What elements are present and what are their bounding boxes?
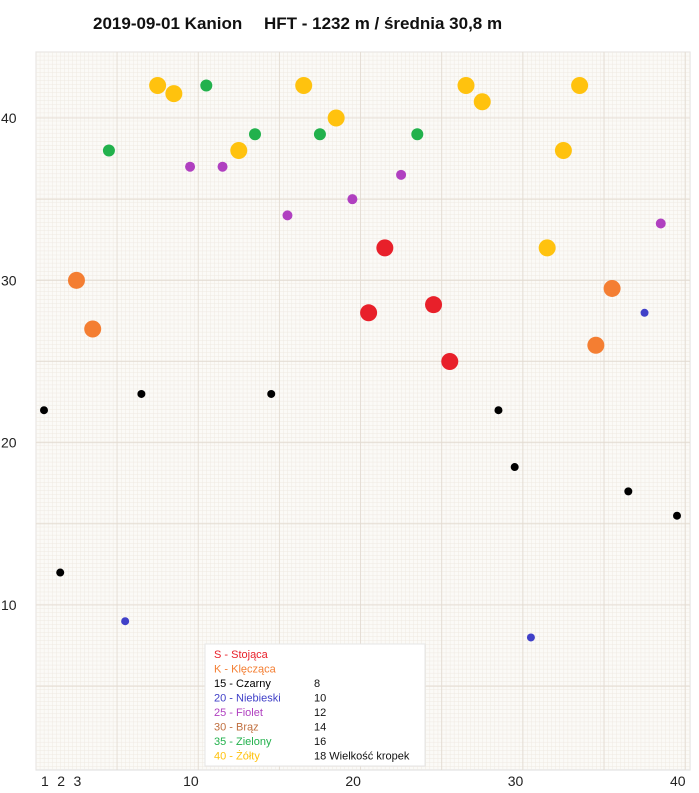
data-point: [295, 77, 313, 95]
data-point: [603, 279, 621, 297]
legend-value: 8: [314, 678, 320, 690]
legend-value: 14: [314, 722, 326, 734]
data-point: [673, 511, 681, 520]
data-point: [121, 617, 130, 626]
data-point: [40, 406, 48, 415]
data-point: [624, 487, 633, 496]
data-point: [165, 85, 183, 103]
data-point: [137, 389, 146, 398]
data-point: [587, 336, 605, 354]
data-point: [411, 128, 424, 141]
legend-label: 40 - Żółty: [214, 750, 260, 763]
data-point: [217, 161, 228, 172]
y-tick-label: 20: [1, 435, 17, 451]
data-point: [457, 77, 475, 95]
data-point: [538, 239, 556, 257]
scatter-plot: 1 2 3 10 20 30 4010203040 S - StojącaK - Klęcz…: [1, 51, 691, 789]
legend-value: 16: [314, 736, 326, 748]
data-point: [425, 296, 443, 314]
data-point: [441, 353, 459, 370]
data-point: [185, 161, 196, 172]
data-point: [640, 308, 649, 317]
data-point: [473, 93, 491, 111]
legend-label: 30 - Brąz: [214, 722, 259, 734]
legend: S - Stojąca K - Klęcząca 15 - Czarny 8 20 - …: [204, 643, 426, 767]
legend-value: 12: [314, 707, 326, 719]
legend-label: 20 - Niebieski: [214, 693, 281, 705]
data-point: [554, 141, 572, 159]
data-point: [360, 304, 378, 322]
data-point: [347, 194, 358, 205]
x-tick-label: 40: [670, 773, 686, 789]
data-point: [149, 77, 167, 95]
data-point: [282, 210, 293, 221]
data-point: [655, 218, 666, 229]
y-tick-label: 10: [1, 597, 17, 613]
x-tick-label: 30: [508, 773, 524, 789]
data-point: [267, 389, 276, 398]
x-tick-label: 1: [41, 773, 49, 789]
legend-value: 18 Wielkość kropek: [314, 751, 410, 763]
legend-label: 15 - Czarny: [214, 678, 271, 690]
data-point: [571, 77, 589, 95]
data-point: [376, 239, 394, 257]
data-point: [84, 320, 102, 338]
legend-label: S - Stojąca: [214, 649, 269, 661]
data-point: [200, 79, 213, 92]
data-point: [56, 568, 65, 577]
data-point: [526, 633, 535, 642]
x-tick-label: 2: [57, 773, 65, 789]
data-point: [327, 109, 345, 127]
legend-label: 35 - Zielony: [214, 736, 272, 748]
data-point: [313, 128, 326, 141]
legend-label: K - Klęcząca: [214, 664, 277, 676]
data-point: [249, 128, 261, 141]
data-point: [230, 141, 248, 159]
x-tick-label: 3: [73, 773, 81, 789]
data-point: [102, 144, 115, 157]
data-point: [67, 271, 85, 289]
y-tick-label: 40: [1, 110, 17, 126]
data-point: [396, 169, 407, 180]
legend-label: 25 - Fiolet: [214, 707, 263, 719]
data-point: [510, 463, 519, 472]
data-point: [494, 406, 503, 415]
x-tick-label: 20: [345, 773, 361, 789]
x-tick-label: 10: [183, 773, 199, 789]
y-tick-label: 30: [1, 272, 17, 288]
legend-value: 10: [314, 693, 326, 705]
